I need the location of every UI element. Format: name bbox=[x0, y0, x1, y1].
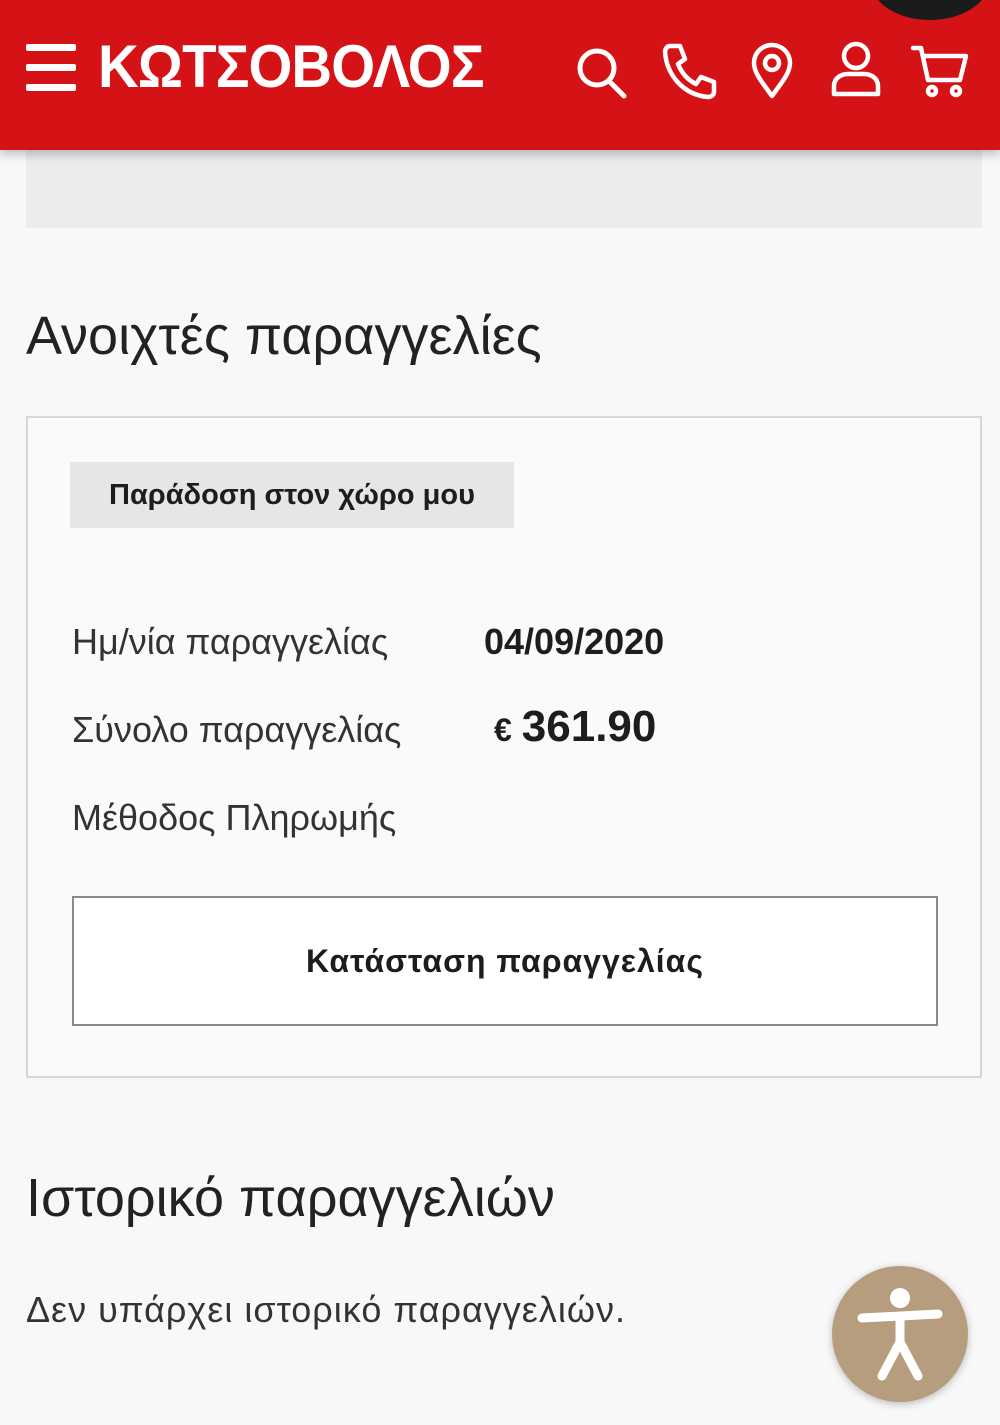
order-date-label: Ημ/νία παραγγελίας bbox=[72, 621, 389, 662]
menu-bar bbox=[26, 44, 76, 51]
user-icon[interactable] bbox=[826, 38, 886, 102]
corner-overlay bbox=[870, 0, 990, 20]
cart-icon[interactable] bbox=[910, 38, 970, 102]
accessibility-icon bbox=[857, 1288, 943, 1381]
accessibility-button[interactable] bbox=[832, 1266, 968, 1402]
menu-icon[interactable] bbox=[26, 44, 76, 92]
phone-icon[interactable] bbox=[658, 38, 718, 102]
payment-method-label: Μέθοδος Πληρωμής bbox=[72, 797, 397, 838]
order-card: Παράδοση στον χώρο μου Ημ/νία παραγγελία… bbox=[26, 416, 982, 1078]
order-total-amount: 361.90 bbox=[521, 702, 657, 751]
open-orders-title: Ανοιχτές παραγγελίες bbox=[26, 306, 542, 366]
menu-bar bbox=[26, 84, 76, 91]
location-pin-icon[interactable] bbox=[742, 38, 802, 102]
order-history-title: Ιστορικό παραγγελιών bbox=[26, 1168, 555, 1228]
delivery-type-badge: Παράδοση στον χώρο μου bbox=[70, 462, 514, 528]
empty-history-message: Δεν υπάρχει ιστορικό παραγγελιών. bbox=[26, 1289, 626, 1330]
order-status-button[interactable]: Κατάσταση παραγγελίας bbox=[72, 896, 938, 1026]
banner-placeholder bbox=[26, 150, 982, 228]
order-total-label: Σύνολο παραγγελίας bbox=[72, 709, 402, 750]
order-total-value: €361.90 bbox=[494, 702, 656, 762]
brand-logo[interactable]: ΚΩΤΣΟΒΟΛΟΣ bbox=[98, 30, 485, 104]
currency-symbol: € bbox=[494, 712, 512, 748]
order-date-value: 04/09/2020 bbox=[484, 621, 665, 662]
search-icon[interactable] bbox=[572, 38, 632, 102]
site-header: ΚΩΤΣΟΒΟΛΟΣ bbox=[0, 0, 1000, 150]
menu-bar bbox=[26, 64, 76, 71]
